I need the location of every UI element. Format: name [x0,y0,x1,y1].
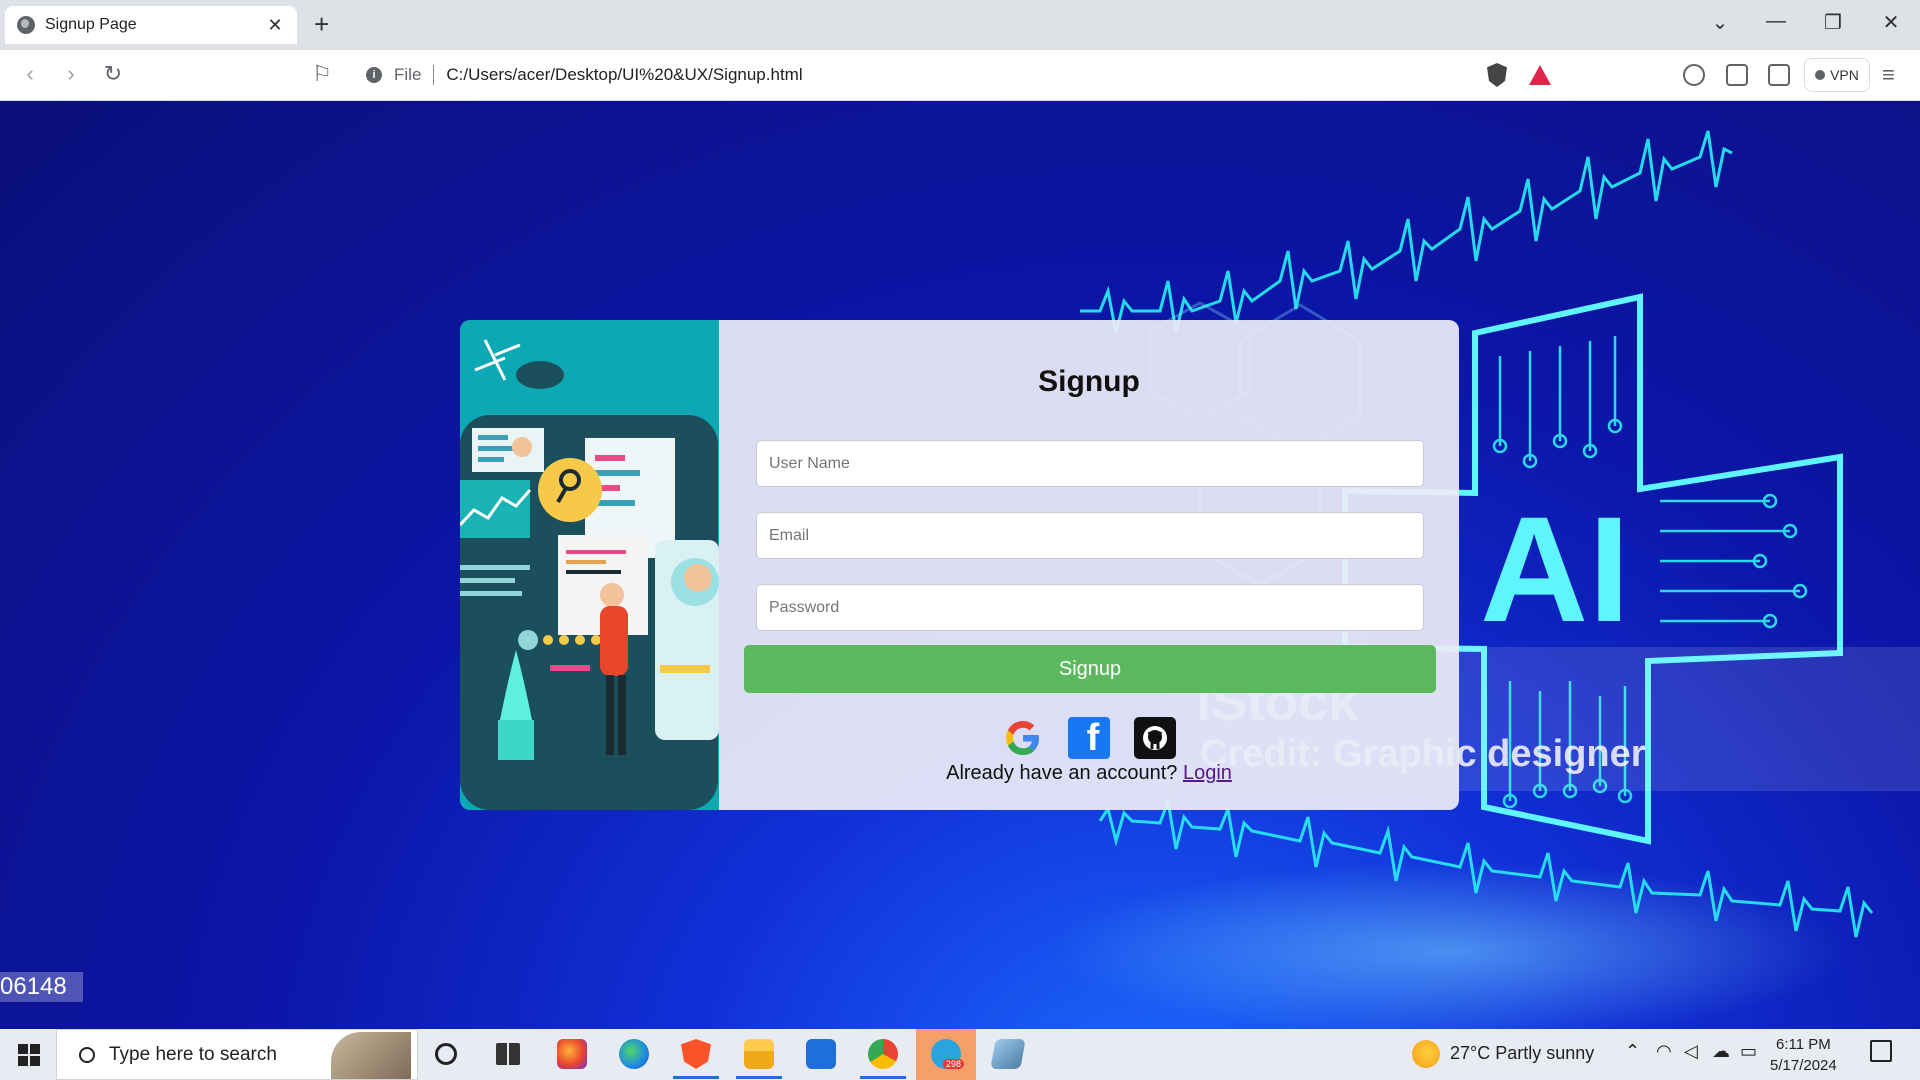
browser-menu-icon[interactable]: ≡ [1882,62,1895,88]
telegram-badge: 298 [943,1059,965,1069]
search-highlight-image [331,1032,411,1079]
explorer-active-indicator [736,1076,782,1079]
mail-icon[interactable] [806,1039,836,1069]
onedrive-icon[interactable]: ☁ [1712,1041,1730,1062]
taskbar-search-placeholder: Type here to search [109,1043,277,1065]
weather-icon[interactable] [1412,1040,1440,1068]
chrome-icon[interactable] [868,1039,898,1069]
browser-tab[interactable]: Signup Page ✕ [5,6,297,44]
signup-card: Signup Signup f [460,320,1459,810]
signup-form: Signup Signup f [719,320,1459,810]
github-icon[interactable] [1134,717,1176,759]
minimize-button[interactable]: — [1756,10,1796,33]
account-prompt-text: Already have an account? [946,762,1178,784]
browser-toolbar: ‹ › ↻ ⚐ i File C:/Users/acer/Desktop/UI%… [0,50,1920,101]
restore-button[interactable]: ❐ [1813,10,1853,35]
signup-title: Signup [1038,365,1140,398]
login-illustration [460,320,719,810]
tab-close-button[interactable]: ✕ [265,15,285,36]
page-viewport: AI iStock Credit: Graphic designer 06148 [0,101,1920,1029]
weather-text[interactable]: 27°C Partly sunny [1450,1043,1594,1064]
bookmark-icon[interactable]: ⚐ [307,61,337,87]
url-text[interactable]: C:/Users/acer/Desktop/UI%20&UX/Signup.ht… [446,65,802,85]
windows-taskbar: Type here to search 298 27°C Partly sunn… [0,1029,1920,1080]
svg-text:AI: AI [1480,485,1630,653]
new-tab-button[interactable]: + [314,9,329,40]
forward-button[interactable]: › [56,61,86,87]
account-prompt: Already have an account? Login [719,762,1459,785]
google-icon[interactable] [1002,717,1044,759]
leo-ai-icon[interactable] [1683,64,1705,86]
url-scheme: File [394,65,422,84]
password-input[interactable] [756,584,1424,631]
browser-tab-bar: Signup Page ✕ + ⌄ — ❐ ✕ [0,0,1920,50]
stock-id-label: 06148 [0,972,83,1002]
security-illustration-image [460,320,719,810]
wallet-icon[interactable] [1768,64,1790,86]
tab-search-chevron-icon[interactable]: ⌄ [1700,10,1740,35]
clock-date: 5/17/2024 [1770,1057,1837,1074]
social-login-row: f [719,717,1459,759]
wifi-icon[interactable]: ◠ [1656,1041,1672,1062]
url-separator [433,65,435,85]
taskbar-search-box[interactable]: Type here to search [56,1029,418,1080]
search-icon [79,1046,95,1063]
vpn-status-icon [1815,70,1826,80]
site-info-icon[interactable]: i [366,67,382,83]
cortana-icon[interactable] [435,1043,457,1065]
notepad-icon[interactable] [990,1039,1026,1069]
email-input[interactable] [756,512,1424,559]
tab-title: Signup Page [45,16,137,33]
windows-start-icon[interactable] [18,1044,40,1066]
sidebar-toggle-icon[interactable] [1726,64,1748,86]
brave-rewards-icon[interactable] [1529,65,1551,85]
volume-icon[interactable]: ◁ [1684,1041,1698,1062]
signup-button[interactable]: Signup [744,645,1436,693]
back-button[interactable]: ‹ [15,61,45,87]
brave-icon[interactable] [681,1039,711,1069]
close-window-button[interactable]: ✕ [1871,10,1911,35]
vpn-label: VPN [1830,67,1859,83]
address-bar[interactable]: i File C:/Users/acer/Desktop/UI%20&UX/Si… [352,57,1560,93]
edge-icon[interactable] [619,1039,649,1069]
login-link[interactable]: Login [1183,762,1232,784]
task-view-icon[interactable] [496,1043,520,1065]
show-hidden-icons-chevron-icon[interactable]: ⌃ [1625,1041,1640,1062]
username-input[interactable] [756,440,1424,487]
battery-icon[interactable]: ▭ [1740,1041,1757,1062]
notifications-icon[interactable] [1870,1040,1892,1062]
facebook-icon[interactable]: f [1068,717,1110,759]
reload-button[interactable]: ↻ [98,61,128,87]
brave-active-indicator [673,1076,719,1079]
taskbar-clock[interactable]: 6:11 PM 5/17/2024 [1770,1034,1837,1076]
globe-icon [17,16,35,34]
vpn-button[interactable]: VPN [1804,58,1870,92]
clock-time: 6:11 PM [1775,1036,1831,1053]
firefox-icon[interactable] [557,1039,587,1069]
file-explorer-icon[interactable] [744,1039,774,1069]
chrome-active-indicator [860,1076,906,1079]
